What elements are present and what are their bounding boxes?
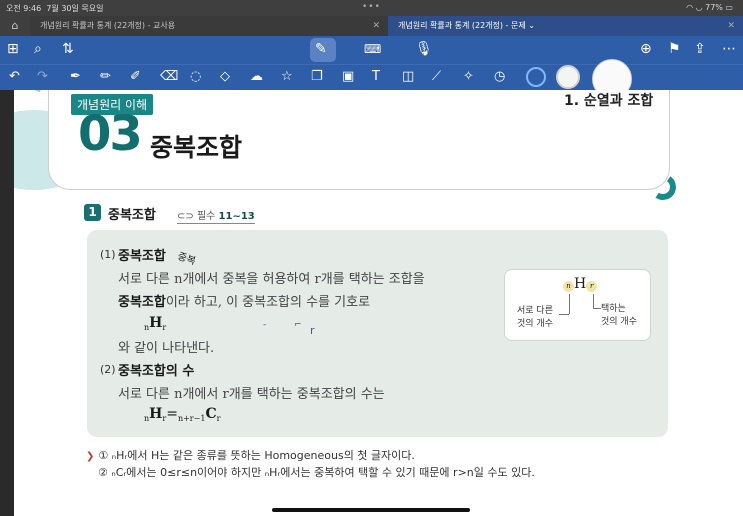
note-2: ② ₙCᵣ에서는 0≤r≤n이어야 하지만 ₙHᵣ에서는 중복하여 택할 수 있… (98, 466, 535, 479)
item-number: (1) (100, 248, 116, 261)
mic-icon[interactable]: 🎙 (415, 42, 433, 56)
pen-icon[interactable]: ✒ (70, 70, 81, 83)
home-icon[interactable]: ⌂ (0, 16, 30, 36)
lasso-select-icon[interactable]: ☁ (250, 70, 263, 83)
close-icon[interactable]: ✕ (372, 16, 380, 36)
tab-problems[interactable]: 개념원리 확률과 통계 (22개정) - 문제 ⌄ ✕ (388, 16, 743, 36)
formula-nHr: nHr=n+r−1Cr (144, 406, 221, 423)
eraser-icon[interactable]: ⌫ (160, 70, 178, 83)
diagram-label-left: 서로 다른 것의 개수 (517, 306, 553, 329)
handwritten-mark: r (310, 324, 315, 337)
laser-icon[interactable]: ✧ (463, 70, 474, 83)
camera-icon[interactable]: ◫ (402, 70, 414, 83)
battery-status: ◠ ◡ 77% ▭ (686, 3, 733, 12)
text-icon[interactable]: T (372, 70, 380, 83)
search-icon[interactable]: ⌕ (34, 42, 42, 56)
timer-icon[interactable]: ◷ (494, 70, 505, 83)
elements-icon[interactable]: ❐ (311, 70, 323, 83)
lasso-icon[interactable]: ◌ (190, 70, 201, 83)
keyboard-icon[interactable]: ⌨ (364, 43, 381, 55)
ruler-icon[interactable]: ⟋ (432, 70, 441, 83)
home-indicator[interactable] (272, 508, 470, 512)
section-heading: 중복조합 (108, 208, 156, 223)
tab-label: 개념원리 확률과 통계 (22개정) - 문제 ⌄ (398, 21, 535, 30)
sticker-icon[interactable]: ☆ (281, 70, 293, 83)
chapter-title: 중복조합 (150, 133, 243, 162)
redo-icon[interactable]: ↷ (37, 70, 48, 83)
close-icon[interactable]: ✕ (727, 16, 735, 36)
handwritten-mark: ⌐ (294, 320, 302, 330)
section-title: 1. 순열과 조합 (564, 93, 654, 109)
item-title: 중복조합의 수 (118, 364, 195, 379)
notation-diagram: nHr 서로 다른 것의 개수 택하는 것의 개수 (504, 269, 651, 341)
highlighter-icon[interactable]: ✐ (130, 70, 141, 83)
link-icon: ⊂⊃ (177, 211, 194, 222)
diagram-symbol: nHr (563, 276, 598, 292)
share-icon[interactable]: ⇪ (694, 42, 706, 56)
definition-line: 와 같이 나타낸다. (118, 341, 215, 356)
more-icon[interactable]: ⋯ (722, 42, 736, 56)
add-page-icon[interactable]: ⊕ (640, 42, 652, 56)
color-swatch-white[interactable] (556, 65, 580, 89)
note-1: ❯ ① ₙHᵣ에서 H는 같은 종류를 뜻하는 Homogeneous의 첫 글자… (86, 449, 415, 462)
tab-label: 개념원리 확률과 통계 (22개정) - 교사용 (40, 21, 176, 30)
symbol-nHr: nHr (144, 315, 167, 332)
multitask-dots[interactable]: ••• (362, 2, 381, 12)
item-title: 중복조합 (118, 249, 166, 264)
definition-line: 서로 다른 n개에서 중복을 허용하여 r개를 택하는 조합을 (118, 272, 425, 287)
status-time: 오전 9:46 7월 30일 목요일 (6, 4, 104, 13)
handwritten-mark: - (263, 320, 267, 330)
definition-line: 서로 다른 n개에서 r개를 택하는 중복조합의 수는 (118, 387, 385, 402)
shapes-icon[interactable]: ◇ (220, 70, 230, 83)
status-bar: 오전 9:46 7월 30일 목요일 ••• ◠ ◡ 77% ▭ (0, 0, 743, 16)
transfer-icon[interactable]: ⇅ (62, 42, 74, 56)
bookmark-icon[interactable]: ⚑ (668, 42, 681, 56)
arrow-icon: ❯ (86, 451, 95, 462)
diagram-label-right: 택하는 것의 개수 (601, 304, 637, 327)
undo-icon[interactable]: ↶ (9, 70, 20, 83)
color-swatch-blue[interactable] (526, 67, 546, 87)
pencil-icon[interactable]: ✏ (100, 70, 111, 83)
chapter-number: 03 (78, 106, 143, 162)
pen-mode-icon: ✎ (315, 41, 327, 57)
required-problems-ref: ⊂⊃ 필수 11~13 (177, 207, 255, 224)
grid-icon[interactable]: ⊞ (7, 42, 19, 56)
definition-line: 중복조합이라 하고, 이 중복조합의 수를 기호로 (118, 295, 371, 310)
document-page[interactable]: 개념원리 이해 03 중복조합 1. 순열과 조합 1 중복조합 ⊂⊃ 필수 1… (14, 90, 743, 516)
tab-bar: ⌂ 개념원리 확률과 통계 (22개정) - 교사용 ✕ 개념원리 확률과 통계… (0, 16, 743, 36)
image-icon[interactable]: ▣ (342, 70, 354, 83)
item-number: (2) (100, 363, 116, 376)
section-number-badge: 1 (84, 204, 101, 221)
tab-teacher[interactable]: 개념원리 확률과 통계 (22개정) - 교사용 ✕ (30, 16, 388, 36)
